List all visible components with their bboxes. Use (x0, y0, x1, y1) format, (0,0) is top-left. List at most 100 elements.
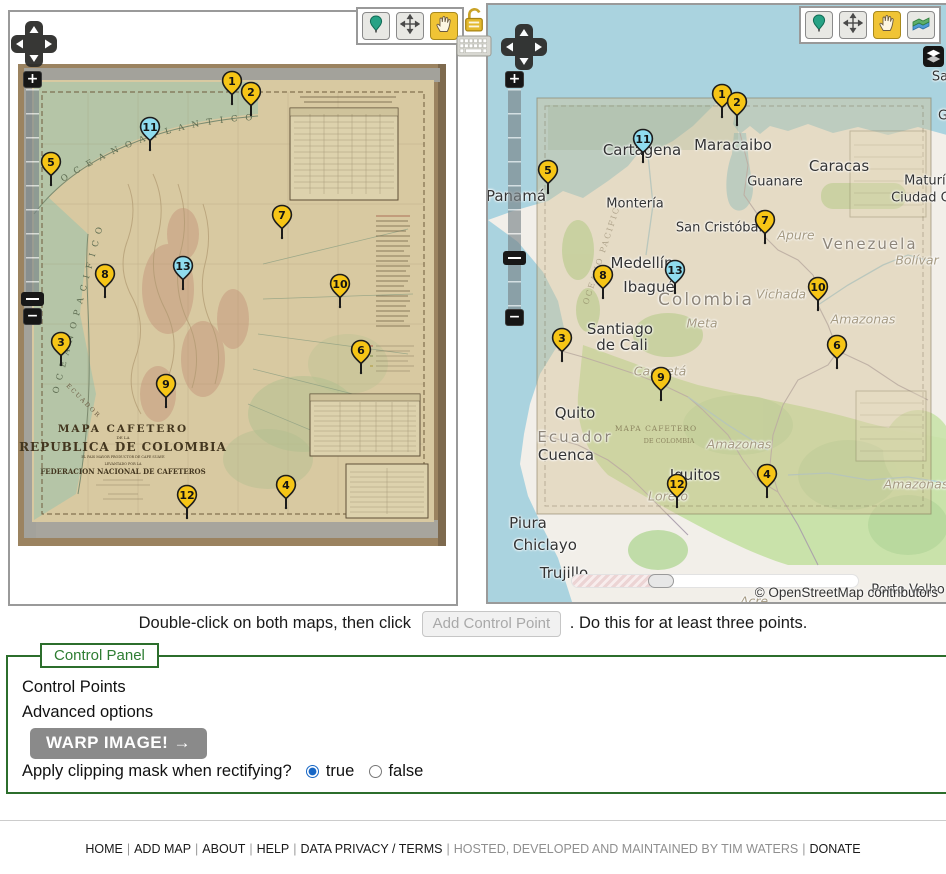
control-point-marker-6[interactable]: 6 (825, 334, 849, 370)
clipping-mask-row: Apply clipping mask when rectifying? tru… (22, 762, 946, 781)
map-place-label: Sa (932, 70, 946, 85)
pan-tool-button[interactable] (873, 11, 901, 39)
layer-switcher-button[interactable] (923, 46, 944, 67)
map-place-label: Montería (606, 197, 663, 212)
control-point-marker-7[interactable]: 7 (753, 209, 777, 245)
zoom-in-button[interactable]: + (23, 71, 42, 88)
footer-item-data-privacy-terms[interactable]: DATA PRIVACY / TERMS (301, 842, 443, 856)
map-place-label: de Cali (596, 336, 648, 354)
svg-text:5: 5 (47, 156, 55, 169)
destination-map-toolbar (799, 6, 941, 44)
footer-item-donate[interactable]: DONATE (809, 842, 860, 856)
control-point-marker-7[interactable]: 7 (270, 204, 294, 240)
pan-pad[interactable] (8, 18, 60, 70)
control-point-marker-2[interactable]: 2 (239, 81, 263, 117)
control-panel: Control Panel Control Points Advanced op… (6, 643, 946, 794)
control-point-marker-6[interactable]: 6 (349, 339, 373, 375)
clip-false-radio[interactable] (369, 765, 382, 778)
control-point-marker-12[interactable]: 12 (175, 484, 199, 520)
lock-maps-icon[interactable] (462, 5, 487, 34)
control-point-marker-13[interactable]: 13 (663, 259, 687, 295)
zoom-out-button[interactable]: − (23, 308, 42, 325)
footer-separator: | (802, 842, 805, 856)
svg-text:11: 11 (142, 121, 157, 134)
clip-true-label[interactable]: true (326, 762, 354, 780)
clip-true-radio[interactable] (306, 765, 319, 778)
footer-item-about[interactable]: ABOUT (202, 842, 245, 856)
svg-text:8: 8 (599, 269, 607, 282)
layer-tool-button[interactable] (907, 11, 935, 39)
footer-item-add-map[interactable]: ADD MAP (134, 842, 191, 856)
svg-text:12: 12 (179, 489, 194, 502)
control-point-marker-3[interactable]: 3 (550, 327, 574, 363)
instruction-text: Double-click on both maps, then click Ad… (0, 611, 946, 637)
map-place-label: Ecuador (537, 428, 612, 446)
scan-title-4: FEDERACION NACIONAL DE CAFETEROS (40, 467, 205, 476)
control-point-marker-5[interactable]: 5 (39, 151, 63, 187)
control-point-marker-3[interactable]: 3 (49, 331, 73, 367)
svg-text:13: 13 (175, 260, 190, 273)
control-point-marker-10[interactable]: 10 (806, 276, 830, 312)
move-control-point-tool-button[interactable] (839, 11, 867, 39)
footer-item-home[interactable]: HOME (85, 842, 123, 856)
pin-icon (809, 13, 829, 38)
map-place-label: Maracaibo (694, 136, 772, 154)
svg-text:11: 11 (635, 133, 650, 146)
svg-text:10: 10 (810, 281, 826, 294)
pan-pad[interactable] (498, 21, 550, 73)
control-point-marker-11[interactable]: 11 (631, 128, 655, 164)
clip-false-label[interactable]: false (388, 762, 423, 780)
warp-image-button[interactable]: WARP IMAGE! → (30, 728, 207, 759)
control-point-marker-10[interactable]: 10 (328, 273, 352, 309)
zoom-slider-track[interactable] (26, 89, 39, 306)
control-point-marker-11[interactable]: 11 (138, 116, 162, 152)
control-points-link[interactable]: Control Points (22, 675, 946, 700)
map-place-label: Ciudad Gu (891, 191, 946, 206)
footer-item-hosted-developed-and-maintained-by-tim-waters: HOSTED, DEVELOPED AND MAINTAINED BY TIM … (454, 842, 799, 856)
control-point-marker-9[interactable]: 9 (154, 373, 178, 409)
control-point-marker-13[interactable]: 13 (171, 255, 195, 291)
scan-subtitle-2: LEVANTADO POR LA (105, 462, 142, 466)
footer-item-help[interactable]: HELP (257, 842, 290, 856)
control-point-marker-2[interactable]: 2 (725, 91, 749, 127)
control-point-marker-4[interactable]: 4 (274, 474, 298, 510)
svg-text:2: 2 (733, 96, 741, 109)
move-control-point-tool-button[interactable] (396, 12, 424, 40)
add-control-point-tool-button[interactable] (805, 11, 833, 39)
clipping-mask-question: Apply clipping mask when rectifying? (22, 762, 292, 780)
zoom-in-button[interactable]: + (505, 71, 524, 88)
map-place-label: Amazonas (831, 312, 896, 327)
svg-text:7: 7 (278, 209, 286, 222)
control-point-marker-9[interactable]: 9 (649, 366, 673, 402)
control-point-marker-8[interactable]: 8 (93, 263, 117, 299)
zoom-slider-handle[interactable] (21, 292, 44, 306)
zoom-slider-handle[interactable] (503, 251, 526, 265)
control-point-marker-4[interactable]: 4 (755, 463, 779, 499)
map-place-label: Guanare (747, 175, 803, 190)
map-place-label: Venezuela (822, 235, 917, 253)
svg-text:7: 7 (761, 214, 769, 227)
layers-map-icon (911, 13, 931, 38)
svg-text:2: 2 (247, 86, 255, 99)
keyboard-shortcuts-icon[interactable] (456, 33, 492, 59)
map-place-label: Caracas (809, 157, 869, 175)
map-place-label: Vichada (756, 287, 806, 302)
add-control-point-tool-button[interactable] (362, 12, 390, 40)
pan-tool-button[interactable] (430, 12, 458, 40)
opacity-slider-handle[interactable] (648, 574, 674, 588)
footer-separator: | (446, 842, 449, 856)
warp-arrow: → (174, 733, 192, 752)
map-place-label: Quito (555, 404, 596, 422)
zoom-slider-track[interactable] (508, 89, 521, 309)
control-point-marker-8[interactable]: 8 (591, 264, 615, 300)
pin-icon (366, 14, 386, 39)
svg-text:4: 4 (282, 479, 290, 492)
add-control-point-button[interactable]: Add Control Point (422, 611, 562, 637)
scanned-map-image[interactable]: MAPA CAFETERO DE LA REPUBLICA DE COLOMBI… (18, 64, 446, 546)
control-point-marker-12[interactable]: 12 (665, 473, 689, 509)
control-point-marker-5[interactable]: 5 (536, 159, 560, 195)
advanced-options-link[interactable]: Advanced options (22, 700, 946, 725)
zoom-out-button[interactable]: − (505, 309, 524, 326)
map-place-label: Amazonas (884, 477, 946, 492)
osm-attribution-link[interactable]: © OpenStreetMap contributors (755, 585, 938, 600)
